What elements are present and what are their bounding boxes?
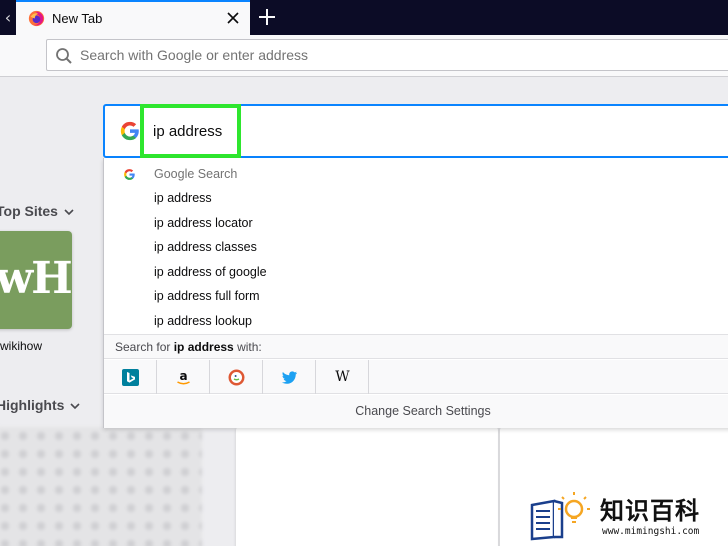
search-for-term: ip address: [173, 340, 234, 354]
navigation-toolbar: [0, 35, 728, 77]
engine-duckduckgo-button[interactable]: [210, 360, 263, 394]
book-lightbulb-logo-icon: [530, 492, 590, 541]
suggestion-item[interactable]: ip address lookup: [104, 309, 728, 334]
newtab-search-box[interactable]: [103, 104, 728, 158]
highlights-label: Highlights: [0, 397, 65, 413]
plus-icon[interactable]: [256, 6, 278, 28]
suggestion-item[interactable]: ip address classes: [104, 235, 728, 260]
chevron-down-icon: [70, 403, 81, 410]
top-site-tile-wikihow[interactable]: wH: [0, 231, 72, 329]
watermark-url: www.mimingshi.com: [602, 526, 700, 537]
tab-strip: ‹ New Tab: [0, 0, 728, 35]
search-for-prefix: Search for: [115, 340, 174, 354]
suggestion-item[interactable]: ip address full form: [104, 284, 728, 309]
amazon-icon: a: [177, 369, 190, 385]
address-input[interactable]: [80, 40, 720, 70]
engine-twitter-button[interactable]: [263, 360, 316, 394]
highlights-heading[interactable]: Highlights: [0, 397, 81, 413]
engine-wikipedia-button[interactable]: W: [316, 360, 369, 394]
previous-tab-edge[interactable]: ‹: [0, 0, 16, 35]
close-icon[interactable]: [224, 9, 242, 27]
top-sites-heading[interactable]: Top Sites: [0, 203, 74, 219]
duckduckgo-icon: [228, 369, 245, 386]
engine-bing-button[interactable]: [104, 360, 157, 394]
watermark: 知识百科 www.mimingshi.com: [518, 486, 728, 546]
search-for-row: Search for ip address with:: [104, 335, 728, 359]
svg-text:a: a: [179, 369, 187, 383]
highlight-card[interactable]: [236, 427, 498, 546]
suggestions-list: ip address ip address locator ip address…: [104, 186, 728, 334]
bing-icon: [122, 369, 139, 386]
address-bar[interactable]: [46, 39, 728, 71]
tab-new-tab[interactable]: New Tab: [16, 0, 250, 35]
one-off-search-engines: a W: [104, 360, 728, 394]
google-g-icon: [124, 169, 135, 180]
top-site-label: wikihow: [0, 339, 43, 353]
suggestion-item[interactable]: ip address locator: [104, 211, 728, 236]
change-search-settings-button[interactable]: Change Search Settings: [104, 395, 728, 428]
watermark-title: 知识百科: [600, 497, 700, 525]
suggestions-engine-label: Google Search: [154, 167, 238, 181]
google-g-icon: [120, 121, 139, 141]
highlight-thumbnail[interactable]: [0, 427, 202, 546]
search-icon: [56, 48, 72, 64]
search-for-suffix: with:: [233, 340, 262, 354]
search-suggestions-dropdown: Google Search ip address ip address loca…: [103, 158, 728, 428]
twitter-icon: [282, 371, 297, 384]
engine-amazon-button[interactable]: a: [157, 360, 210, 394]
suggestion-item[interactable]: ip address of google: [104, 260, 728, 285]
suggestions-header: Google Search: [104, 162, 728, 186]
suggestion-item[interactable]: ip address: [104, 186, 728, 211]
firefox-icon: [28, 10, 45, 27]
top-sites-label: Top Sites: [0, 203, 58, 219]
search-input[interactable]: [153, 106, 713, 156]
wikihow-logo: wH: [0, 253, 72, 304]
search-for-text: Search for ip address with:: [115, 335, 262, 359]
chevron-down-icon: [64, 209, 74, 216]
wikipedia-icon: W: [335, 369, 350, 385]
tab-title: New Tab: [52, 11, 103, 26]
